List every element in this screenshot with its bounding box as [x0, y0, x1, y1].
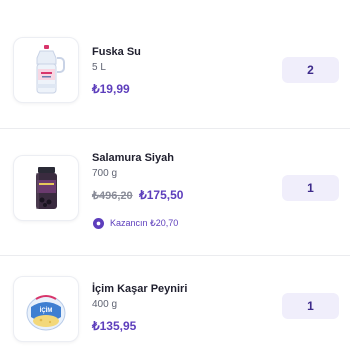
product-size: 400 g	[92, 299, 118, 310]
cart-screen: Fuska Su 5 L ₺19,99 2 Salamura Siyah 700…	[0, 0, 350, 350]
cart-item: Salamura Siyah 700 g ₺496,20 ₺175,50 Kaz…	[0, 129, 350, 255]
water-bottle-icon	[36, 45, 65, 94]
savings-icon	[93, 218, 104, 229]
savings-info: Kazancın ₺20,70	[92, 218, 252, 229]
product-name: İçim Kaşar Peyniri	[92, 283, 188, 295]
original-price: ₺496,20	[92, 190, 133, 202]
product-price: ₺175,50	[139, 188, 184, 202]
price-row: ₺496,20 ₺175,50	[92, 187, 252, 204]
olive-jar-icon	[36, 167, 57, 209]
cheese-pack-icon: İÇİM	[26, 295, 66, 331]
product-image[interactable]	[13, 155, 79, 221]
cart-item: İÇİM İçim Kaşar Peyniri 400 g ₺135,95 1	[0, 256, 350, 350]
product-name: Fuska Su	[92, 46, 141, 58]
savings-label: Kazancın ₺20,70	[110, 218, 179, 228]
product-name: Salamura Siyah	[92, 152, 174, 164]
product-price: ₺135,95	[92, 319, 137, 333]
product-info: İçim Kaşar Peyniri 400 g ₺135,95	[92, 282, 252, 334]
quantity-stepper[interactable]: 1	[282, 175, 339, 201]
quantity-stepper[interactable]: 1	[282, 293, 339, 319]
product-size: 5 L	[92, 62, 106, 73]
svg-text:İÇİM: İÇİM	[40, 307, 53, 314]
product-info: Fuska Su 5 L ₺19,99	[92, 45, 252, 97]
quantity-stepper[interactable]: 2	[282, 57, 339, 83]
product-info: Salamura Siyah 700 g ₺496,20 ₺175,50 Kaz…	[92, 151, 252, 229]
cart-item: Fuska Su 5 L ₺19,99 2	[0, 0, 350, 118]
product-size: 700 g	[92, 168, 118, 179]
product-image[interactable]	[13, 37, 79, 103]
price-row: ₺135,95	[92, 318, 252, 334]
price-row: ₺19,99	[92, 81, 252, 97]
product-image[interactable]: İÇİM	[13, 276, 79, 342]
product-price: ₺19,99	[92, 82, 130, 96]
